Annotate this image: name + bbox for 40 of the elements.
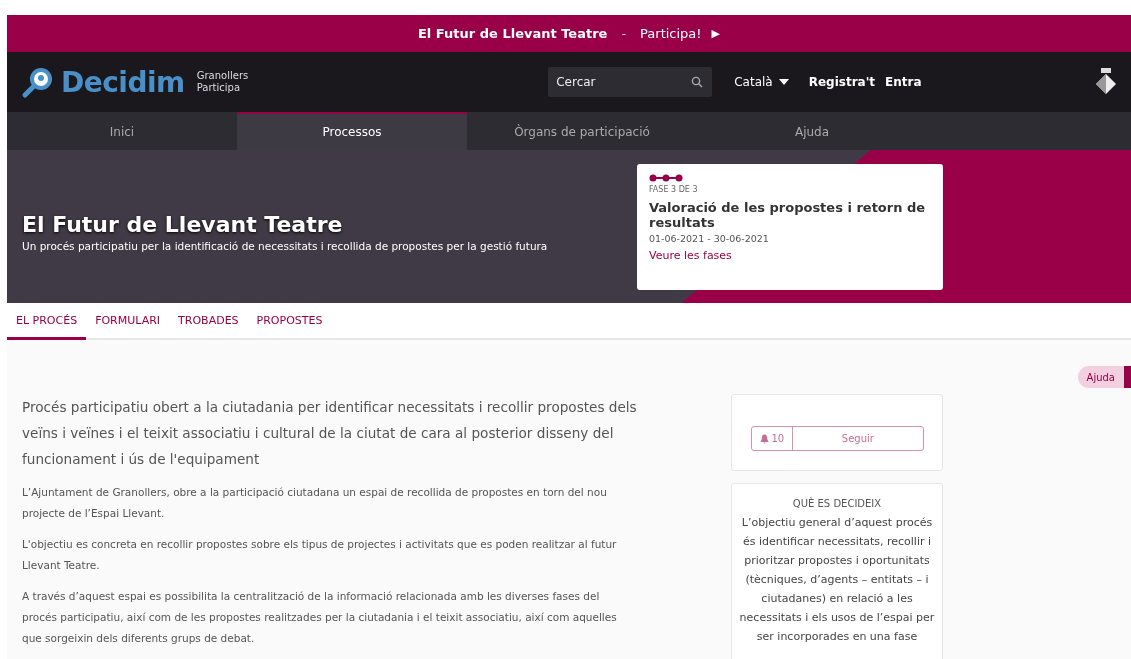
logo-wordmark[interactable]: Decidim — [61, 65, 185, 99]
announcement-title: El Futur de Llevant Teatre — [418, 26, 608, 41]
phases-link[interactable]: Veure les fases — [649, 248, 732, 262]
process-subtitle: Un procés participatiu per la identificació de necessitats i recollida de propostes per la gestió futura — [22, 239, 549, 252]
process-tab[interactable]: FORMULARI — [86, 303, 170, 340]
phase-dates: 01-06-2021 - 30-06-2021 — [649, 232, 769, 244]
intro-text: Procés participatiu obert a la ciutadania per identificar necessitats i recollir propostes dels veïns i veïnes i el teixit associatiu i cultural de la ciutat de cara al posterior disseny del funcionament i ús de l'equipament — [22, 398, 637, 469]
city-crest-icon[interactable] — [1095, 67, 1117, 97]
description-paragraph: L’Ajuntament de Granollers, obre a la participació ciutadana un espai de recollida de propostes en torn del nou projecte de l’Espai Llevant. — [22, 485, 608, 521]
nav-item[interactable]: Ajuda — [697, 112, 927, 150]
play-icon: ▶ — [711, 27, 720, 40]
nav-item[interactable]: Inici — [7, 112, 237, 150]
follower-count: 10 — [771, 433, 785, 444]
participate-link[interactable]: Participa! — [640, 26, 702, 41]
organization-name: Granollers — [196, 70, 249, 82]
follow-button[interactable]: 10 Seguir — [750, 426, 924, 451]
account-link[interactable]: Registra't — [808, 75, 876, 89]
follow-label: Seguir — [840, 433, 875, 444]
bell-icon — [759, 433, 769, 444]
magnifier-logo-icon — [21, 65, 55, 99]
nav-item[interactable]: Processos — [237, 112, 467, 150]
search-icon[interactable] — [691, 76, 704, 88]
phase-steps-icon — [649, 173, 683, 182]
nav-item[interactable]: Òrgans de participació — [467, 112, 697, 150]
caret-icon — [778, 79, 789, 85]
search-field[interactable]: Cercar — [548, 67, 713, 97]
description-paragraph: A través d’aquest espai es possibilita la centralització de la informació relacionada amb les diverses fases del procés participatiu, així com de les propostes realitzades per la ciutadania i el teixit associatiu, així com aquelles que sorgeixin dels diferents grups de debat. — [22, 589, 618, 646]
process-tab[interactable]: PROPOSTES — [247, 303, 332, 340]
description-paragraph: L'objectiu es concreta en recollir propostes sobre els tipus de projectes i activitats que es poden realitzar al futur Llevant Teatre. — [22, 537, 618, 573]
section-text: L’objectiu general d’aquest procés és identificar necessitats, recollir i prioritzar propostes i oportunitats (tècniques, d’agents – entitats – i ciutadanes) en relació a les necessitats i els usos de l’espai per ser incorporades en una fase — [738, 515, 936, 645]
phase-title: Valoració de les propostes i retorn de resultats — [649, 199, 927, 230]
process-title: El Futur de Llevant Teatre — [22, 211, 344, 237]
account-link[interactable]: Entra — [885, 75, 922, 89]
section-heading: QUÈ ES DECIDEIX — [792, 498, 882, 509]
separator: - — [621, 26, 627, 41]
organization-name: Participa — [196, 82, 242, 94]
language-dropdown[interactable]: Català — [734, 75, 789, 89]
phase-count: FASE 3 DE 3 — [649, 184, 698, 194]
process-tab[interactable]: TROBADES — [169, 303, 248, 340]
help-button[interactable]: Ajuda — [1077, 366, 1131, 388]
